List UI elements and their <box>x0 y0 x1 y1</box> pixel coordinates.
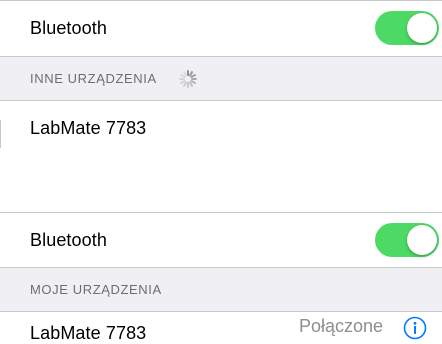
device-status-label: Połączone <box>299 316 384 336</box>
separator-line <box>0 120 1 148</box>
bluetooth-screen-paired: Bluetooth MOJE URZĄDZENIA LabMate 7783 P… <box>0 212 442 343</box>
section-header-my-devices: MOJE URZĄDZENIA <box>0 268 442 311</box>
bluetooth-toggle-row: Bluetooth <box>0 213 442 267</box>
section-header-label: INNE URZĄDZENIA <box>30 71 157 86</box>
toggle-knob <box>407 13 437 43</box>
bluetooth-label: Bluetooth <box>30 229 107 250</box>
section-header-other-devices: INNE URZĄDZENIA <box>0 57 442 100</box>
device-name-label: LabMate 7783 <box>30 118 147 138</box>
activity-spinner-icon <box>179 70 197 88</box>
bluetooth-toggle-switch[interactable] <box>375 223 439 257</box>
bluetooth-screen-discovery: Bluetooth INNE URZĄDZENIA LabMate 7783 <box>0 0 442 160</box>
section-header-label: MOJE URZĄDZENIA <box>30 282 162 297</box>
device-name-label: LabMate 7783 <box>30 322 147 343</box>
bluetooth-label: Bluetooth <box>30 18 107 38</box>
bluetooth-toggle-switch[interactable] <box>375 11 439 45</box>
info-icon[interactable] <box>403 316 427 340</box>
device-row-labmate[interactable]: LabMate 7783 <box>0 101 442 156</box>
toggle-knob <box>407 225 437 255</box>
bluetooth-toggle-row: Bluetooth <box>0 1 442 56</box>
